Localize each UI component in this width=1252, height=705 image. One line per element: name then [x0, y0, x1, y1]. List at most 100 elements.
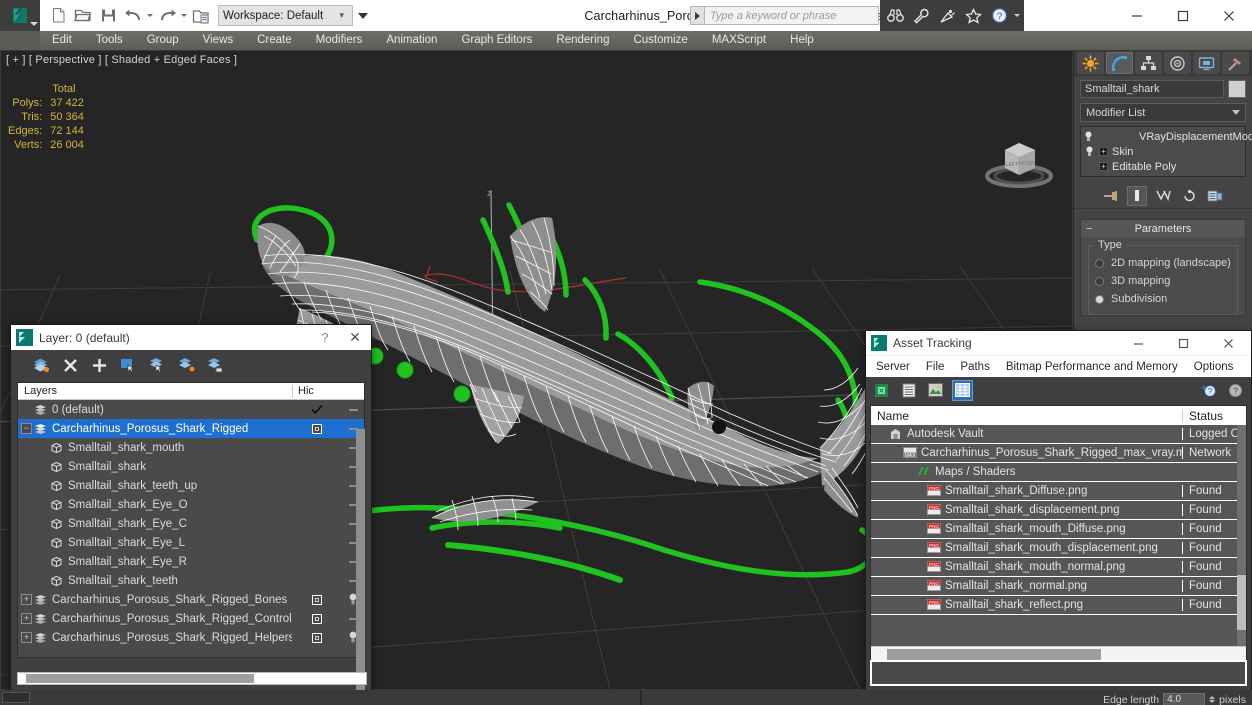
asset-row-max-scene-file[interactable]: MAX Carcharhinus_Porosus_Shark_Rigged_ma… [871, 444, 1246, 463]
radio-icon[interactable] [1095, 276, 1104, 286]
viewcube[interactable]: LEFT FRONT [975, 132, 1063, 194]
object-color-swatch[interactable] [1228, 80, 1246, 98]
help-dropdown-caret[interactable] [1013, 4, 1021, 28]
configure-modifier-sets-icon[interactable] [1205, 186, 1225, 206]
layer-row-smalltail-shark-mouth[interactable]: Smalltail_shark_mouth [18, 438, 364, 457]
help-icon[interactable]: ? [1226, 381, 1245, 400]
layer-dialog-titlebar[interactable]: Layer: 0 (default) ? ✕ [11, 325, 371, 350]
expand-expander[interactable]: + [21, 632, 32, 643]
viewport-label[interactable]: [ + ] [ Perspective ] [ Shaded + Edged F… [6, 54, 237, 66]
asset-row-shark-mouth-displacement[interactable]: PNG Smalltail_shark_mouth_displacement.p… [871, 539, 1246, 558]
menu-item-create[interactable]: Create [245, 31, 304, 50]
create-new-layer-icon[interactable] [33, 357, 50, 374]
parameters-rollout-header[interactable]: − Parameters [1081, 220, 1245, 237]
infocenter-search-input[interactable]: Type a keyword or phrase [704, 6, 879, 25]
layer-row-carcharhinus-porosus-shark-rigged[interactable]: − Carcharhinus_Porosus_Shark_Rigged [18, 419, 364, 438]
radio-subdivision[interactable]: Subdivision [1095, 290, 1231, 308]
asset-menu-paths[interactable]: Paths [952, 356, 997, 378]
menu-item-animation[interactable]: Animation [374, 31, 449, 50]
modify-tab[interactable] [1106, 52, 1133, 74]
asset-tracking-status-field[interactable] [870, 660, 1247, 686]
new-file-icon[interactable] [46, 4, 70, 28]
menu-item-tools[interactable]: Tools [84, 31, 135, 50]
redo-icon[interactable] [155, 4, 179, 28]
layer-row-0-default[interactable]: 0 (default) [18, 400, 364, 419]
modifier-stack-item-skin[interactable]: + Skin [1081, 144, 1245, 159]
help-icon[interactable]: ? [987, 4, 1011, 28]
select-highlighted-objects-icon[interactable] [149, 357, 166, 374]
layer-list-vertical-scrollbar[interactable] [356, 429, 365, 704]
layer-row-smalltail-shark-eye-l[interactable]: Smalltail_shark_Eye_L [18, 533, 364, 552]
asset-close-button[interactable] [1206, 331, 1251, 355]
edge-length-input[interactable]: 4.0 [1163, 693, 1206, 705]
utilities-tab[interactable] [1222, 52, 1249, 74]
menu-item-customize[interactable]: Customize [621, 31, 699, 50]
highlight-selected-objects-icon[interactable] [178, 357, 195, 374]
layer-row-smalltail-shark-teeth-up[interactable]: Smalltail_shark_teeth_up [18, 476, 364, 495]
asset-menu-bitmap-performance[interactable]: Bitmap Performance and Memory [998, 356, 1186, 378]
menu-item-modifiers[interactable]: Modifiers [304, 31, 375, 50]
workspace-dropdown-button[interactable] [354, 5, 372, 26]
radio-icon[interactable] [1095, 258, 1104, 268]
object-name-field[interactable]: Smalltail_shark [1080, 80, 1224, 98]
asset-minimize-button[interactable] [1116, 331, 1161, 355]
asset-tracking-dialog[interactable]: Asset Tracking Server File Paths Bitmap … [865, 330, 1252, 695]
application-menu-button[interactable] [0, 0, 40, 31]
radio-icon[interactable] [1095, 294, 1104, 304]
layer-row-carcharhinus-porosus-shark-rigged-helpers[interactable]: + Carcharhinus_Porosus_Shark_Rigged_Help… [18, 628, 364, 647]
collapse-expander[interactable]: − [21, 423, 32, 434]
menu-item-views[interactable]: Views [191, 31, 245, 50]
asset-row-shark-displacement[interactable]: PNG Smalltail_shark_displacement.png Fou… [871, 501, 1246, 520]
layer-freeze-state[interactable] [342, 408, 364, 411]
layer-dialog[interactable]: Layer: 0 (default) ? ✕ Layers Hic 0 (def… [10, 324, 372, 704]
layer-row-smalltail-shark-eye-r[interactable]: Smalltail_shark_Eye_R [18, 552, 364, 571]
redo-dropdown-caret[interactable] [180, 4, 188, 28]
asset-row-maps-shaders[interactable]: Maps / Shaders [871, 463, 1246, 482]
layer-dialog-close-button[interactable]: ✕ [339, 329, 371, 346]
menu-item-maxscript[interactable]: MAXScript [700, 31, 778, 50]
layer-col-hide[interactable]: Hic [292, 385, 342, 397]
create-tab[interactable] [1077, 52, 1104, 74]
close-button[interactable] [1206, 0, 1252, 31]
pin-stack-icon[interactable] [1101, 186, 1121, 206]
scrollbar-thumb[interactable] [26, 674, 254, 683]
layer-row-carcharhinus-porosus-shark-rigged-controls[interactable]: + Carcharhinus_Porosus_Shark_Rigged_Cont… [18, 609, 364, 628]
layer-row-smalltail-shark-eye-c[interactable]: Smalltail_shark_Eye_C [18, 514, 364, 533]
asset-menu-server[interactable]: Server [868, 356, 918, 378]
asset-tracking-titlebar[interactable]: Asset Tracking [866, 331, 1251, 355]
expand-expander[interactable]: + [21, 613, 32, 624]
add-selection-to-layer-icon[interactable] [91, 357, 108, 374]
menu-item-group[interactable]: Group [135, 31, 191, 50]
asset-table-vertical-scrollbar[interactable] [1237, 425, 1246, 646]
asset-menu-file[interactable]: File [918, 356, 953, 378]
maximize-button[interactable] [1160, 0, 1206, 31]
menu-item-graph-editors[interactable]: Graph Editors [449, 31, 544, 50]
expand-plus-icon[interactable]: + [1099, 147, 1108, 156]
collapse-minus-icon[interactable]: − [1086, 223, 1092, 235]
satellite-dish-icon[interactable] [935, 4, 959, 28]
grid-view-icon[interactable] [952, 379, 973, 401]
infocenter-expand-button[interactable] [690, 6, 704, 25]
layer-hide-checkbox[interactable] [292, 423, 342, 434]
layer-list-horizontal-scrollbar[interactable] [17, 672, 367, 685]
asset-menu-options[interactable]: Options [1186, 356, 1242, 378]
layer-hide-checkbox[interactable] [292, 594, 342, 605]
undo-dropdown-caret[interactable] [146, 4, 154, 28]
modifier-stack-item-editable-poly[interactable]: + Editable Poly [1081, 159, 1245, 174]
asset-row-shark-mouth-diffuse[interactable]: PNG Smalltail_shark_mouth_Diffuse.png Fo… [871, 520, 1246, 539]
list-view-icon[interactable] [899, 381, 918, 400]
motion-tab[interactable] [1164, 52, 1191, 74]
delete-layer-icon[interactable] [62, 357, 79, 374]
wrench-icon[interactable] [909, 4, 933, 28]
asset-row-shark-reflect[interactable]: PNG Smalltail_shark_reflect.png Found [871, 596, 1246, 615]
display-tab[interactable] [1193, 52, 1220, 74]
set-project-folder-icon[interactable] [189, 4, 213, 28]
hierarchy-tab[interactable] [1135, 52, 1162, 74]
layer-row-carcharhinus-porosus-shark-rigged-bones[interactable]: + Carcharhinus_Porosus_Shark_Rigged_Bone… [18, 590, 364, 609]
status-bar-left-box[interactable] [2, 692, 30, 703]
lightbulb-icon[interactable] [1084, 146, 1095, 157]
layer-row-smalltail-shark[interactable]: Smalltail_shark [18, 457, 364, 476]
save-file-icon[interactable] [96, 4, 120, 28]
layer-hide-checkbox[interactable] [292, 632, 342, 643]
show-end-result-icon[interactable] [1127, 185, 1147, 206]
